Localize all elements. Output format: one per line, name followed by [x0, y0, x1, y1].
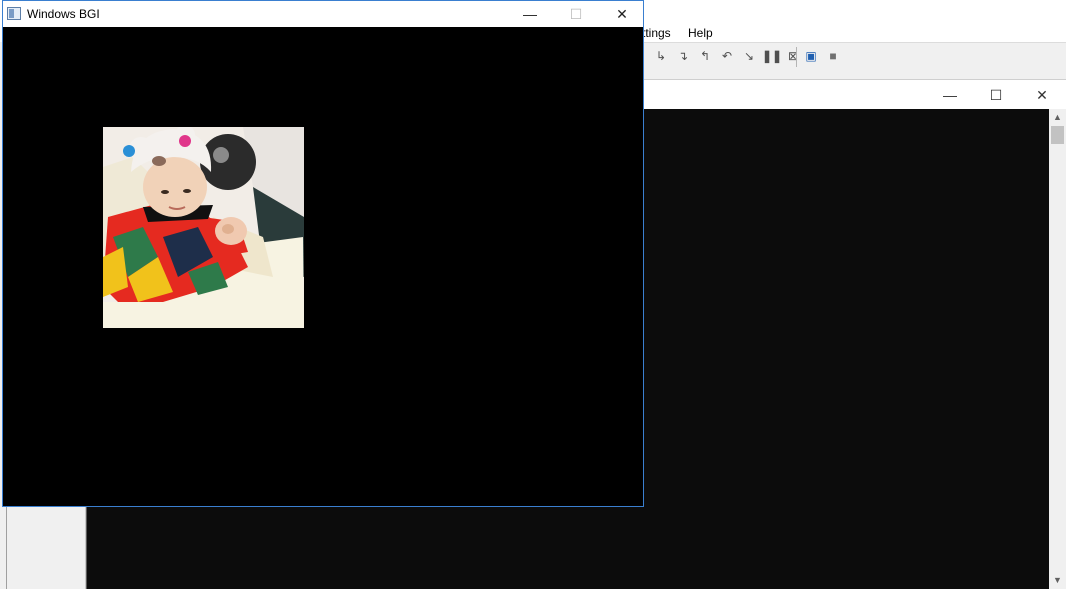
- scroll-thumb[interactable]: [1051, 126, 1064, 144]
- scroll-down-arrow-icon[interactable]: ▼: [1049, 572, 1066, 589]
- stop-icon[interactable]: ⊠: [784, 47, 802, 65]
- pause-icon[interactable]: ❚❚: [762, 47, 782, 65]
- bgi-minimize-button[interactable]: —: [507, 1, 553, 27]
- bgi-close-button[interactable]: ✕: [599, 1, 645, 27]
- left-panel-divider: [6, 506, 7, 589]
- menu-settings[interactable]: ttings: [642, 26, 671, 40]
- info-icon[interactable]: ■: [824, 47, 842, 65]
- bgi-maximize-button: ☐: [569, 6, 583, 22]
- console-minimize-button[interactable]: —: [927, 80, 973, 110]
- debug-window-icon[interactable]: ▣: [802, 47, 820, 65]
- left-panel: [0, 506, 86, 589]
- console-scrollbar[interactable]: ▲ ▼: [1049, 109, 1066, 589]
- scroll-up-arrow-icon[interactable]: ▲: [1049, 109, 1066, 126]
- step-out-icon[interactable]: ↰: [696, 47, 714, 65]
- app-icon: [7, 7, 21, 20]
- step-back-icon[interactable]: ↶: [718, 47, 736, 65]
- bgi-window[interactable]: Windows BGI — ☐ ✕: [2, 0, 644, 507]
- step-into-icon[interactable]: ↳: [652, 47, 670, 65]
- toolbar-separator: [796, 47, 797, 67]
- next-instruction-icon[interactable]: ↘: [740, 47, 758, 65]
- menu-help[interactable]: Help: [688, 26, 713, 40]
- console-close-button[interactable]: ✕: [1019, 80, 1065, 110]
- debug-toolbar: ↳ ↴ ↰ ↶ ↘ ❚❚ ⊠ ▣ ■: [640, 42, 1066, 70]
- bgi-window-title: Windows BGI: [27, 7, 100, 21]
- step-over-icon[interactable]: ↴: [674, 47, 692, 65]
- bgi-titlebar[interactable]: Windows BGI — ☐ ✕: [3, 1, 643, 27]
- baby-photo: [103, 127, 304, 328]
- console-maximize-button[interactable]: ☐: [973, 80, 1019, 110]
- baby-photo-illustration: [103, 127, 304, 328]
- bgi-canvas[interactable]: [3, 27, 643, 506]
